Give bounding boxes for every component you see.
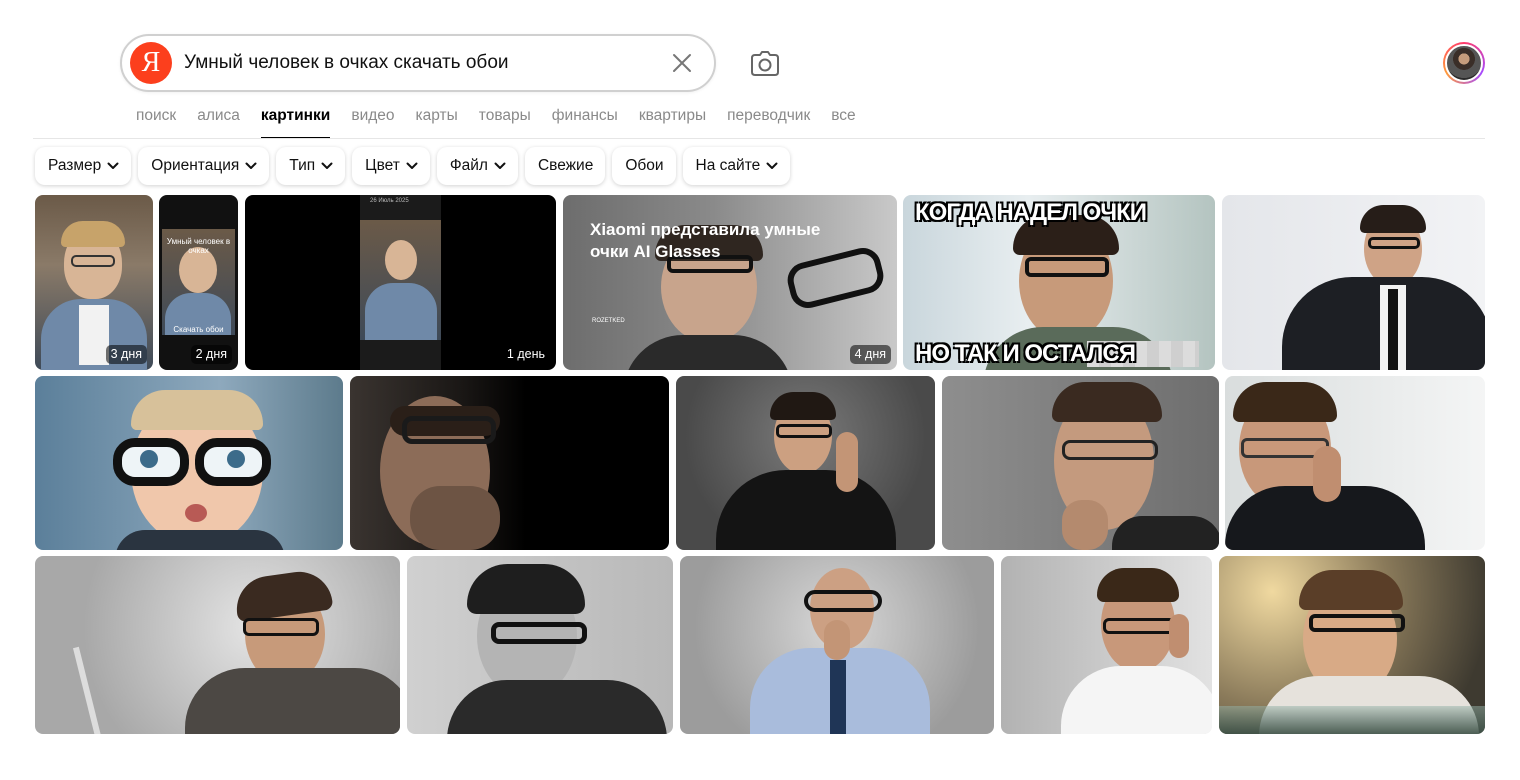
filter-label: Тип	[289, 157, 316, 174]
image-result[interactable]: 26 Июль 2025 1 день	[245, 195, 556, 370]
image-result[interactable]	[350, 376, 669, 550]
image-result[interactable]	[942, 376, 1219, 550]
image-headline-text: Xiaomi представила умные очки AI Glasses	[590, 220, 821, 261]
filter-file[interactable]: Файл	[436, 147, 518, 185]
image-result[interactable]: КОГДА НАДЕЛ ОЧКИ НО ТАК И ОСТАЛСЯ	[903, 195, 1215, 370]
camera-icon	[751, 51, 779, 76]
close-icon	[673, 54, 691, 72]
user-avatar[interactable]	[1443, 42, 1485, 84]
filter-fresh[interactable]: Свежие	[524, 147, 606, 185]
result-age-badge: 1 день	[501, 345, 550, 364]
yandex-logo[interactable]: Я	[130, 42, 172, 84]
tab-apartments[interactable]: квартиры	[639, 104, 706, 138]
image-result[interactable]: Умный человек в очках Скачать обои 2 дня	[159, 195, 238, 370]
image-result[interactable]	[35, 556, 400, 734]
filter-label: На сайте	[695, 157, 761, 174]
tab-finance[interactable]: финансы	[552, 104, 618, 138]
tab-images[interactable]: картинки	[260, 104, 331, 139]
filter-label: Размер	[48, 157, 102, 174]
chevron-down-icon	[494, 162, 506, 169]
tab-search[interactable]: поиск	[136, 104, 176, 138]
image-result[interactable]: Xiaomi представила умные очки AI Glasses…	[563, 195, 897, 370]
image-result[interactable]	[407, 556, 673, 734]
result-age-badge: 4 дня	[849, 345, 891, 364]
avatar-photo	[1445, 44, 1483, 82]
tab-translator[interactable]: переводчик	[727, 104, 810, 138]
image-result[interactable]	[35, 376, 343, 550]
tab-all[interactable]: все	[831, 104, 855, 138]
clear-search-button[interactable]	[660, 41, 704, 85]
filter-label: Цвет	[365, 157, 400, 174]
filter-type[interactable]: Тип	[276, 147, 346, 185]
filter-size[interactable]: Размер	[35, 147, 132, 185]
image-result[interactable]	[1222, 195, 1485, 370]
filter-label: Файл	[449, 157, 488, 174]
result-age-badge: 3 дня	[105, 345, 147, 364]
image-overlay-text: Скачать обои	[173, 325, 224, 334]
image-result[interactable]	[1219, 556, 1485, 734]
tabs-divider	[33, 138, 1485, 139]
image-result[interactable]	[680, 556, 994, 734]
meme-bottom-text: НО ТАК И ОСТАЛСЯ	[915, 340, 1136, 367]
filter-label: Обои	[625, 157, 664, 174]
tab-goods[interactable]: товары	[479, 104, 531, 138]
image-overlay-text: Умный человек в очках	[166, 237, 231, 255]
image-search-button[interactable]	[744, 44, 786, 84]
phone-date-text: 26 Июль 2025	[370, 198, 409, 204]
result-age-badge: 2 дня	[190, 345, 232, 364]
filter-bar: Размер Ориентация Тип Цвет Файл Свежие О…	[35, 147, 791, 185]
tab-video[interactable]: видео	[351, 104, 394, 138]
tab-maps[interactable]: карты	[416, 104, 458, 138]
filter-label: Ориентация	[151, 157, 240, 174]
image-result[interactable]	[1001, 556, 1212, 734]
tab-alice[interactable]: алиса	[197, 104, 240, 138]
chevron-down-icon	[406, 162, 418, 169]
filter-color[interactable]: Цвет	[352, 147, 430, 185]
search-tabs: поиск алиса картинки видео карты товары …	[136, 104, 877, 139]
meme-top-text: КОГДА НАДЕЛ ОЧКИ	[915, 199, 1147, 226]
chevron-down-icon	[321, 162, 333, 169]
filter-on-site[interactable]: На сайте	[682, 147, 791, 185]
chevron-down-icon	[766, 162, 778, 169]
image-result[interactable]: 3 дня	[35, 195, 153, 370]
image-result[interactable]	[1225, 376, 1485, 550]
image-watermark-text: ROZETKED	[592, 318, 625, 324]
search-box[interactable]: Я	[120, 34, 716, 92]
image-result[interactable]	[676, 376, 935, 550]
search-input[interactable]	[184, 43, 660, 83]
filter-wallpapers[interactable]: Обои	[612, 147, 676, 185]
chevron-down-icon	[245, 162, 257, 169]
filter-orientation[interactable]: Ориентация	[138, 147, 270, 185]
filter-label: Свежие	[537, 157, 594, 174]
chevron-down-icon	[107, 162, 119, 169]
